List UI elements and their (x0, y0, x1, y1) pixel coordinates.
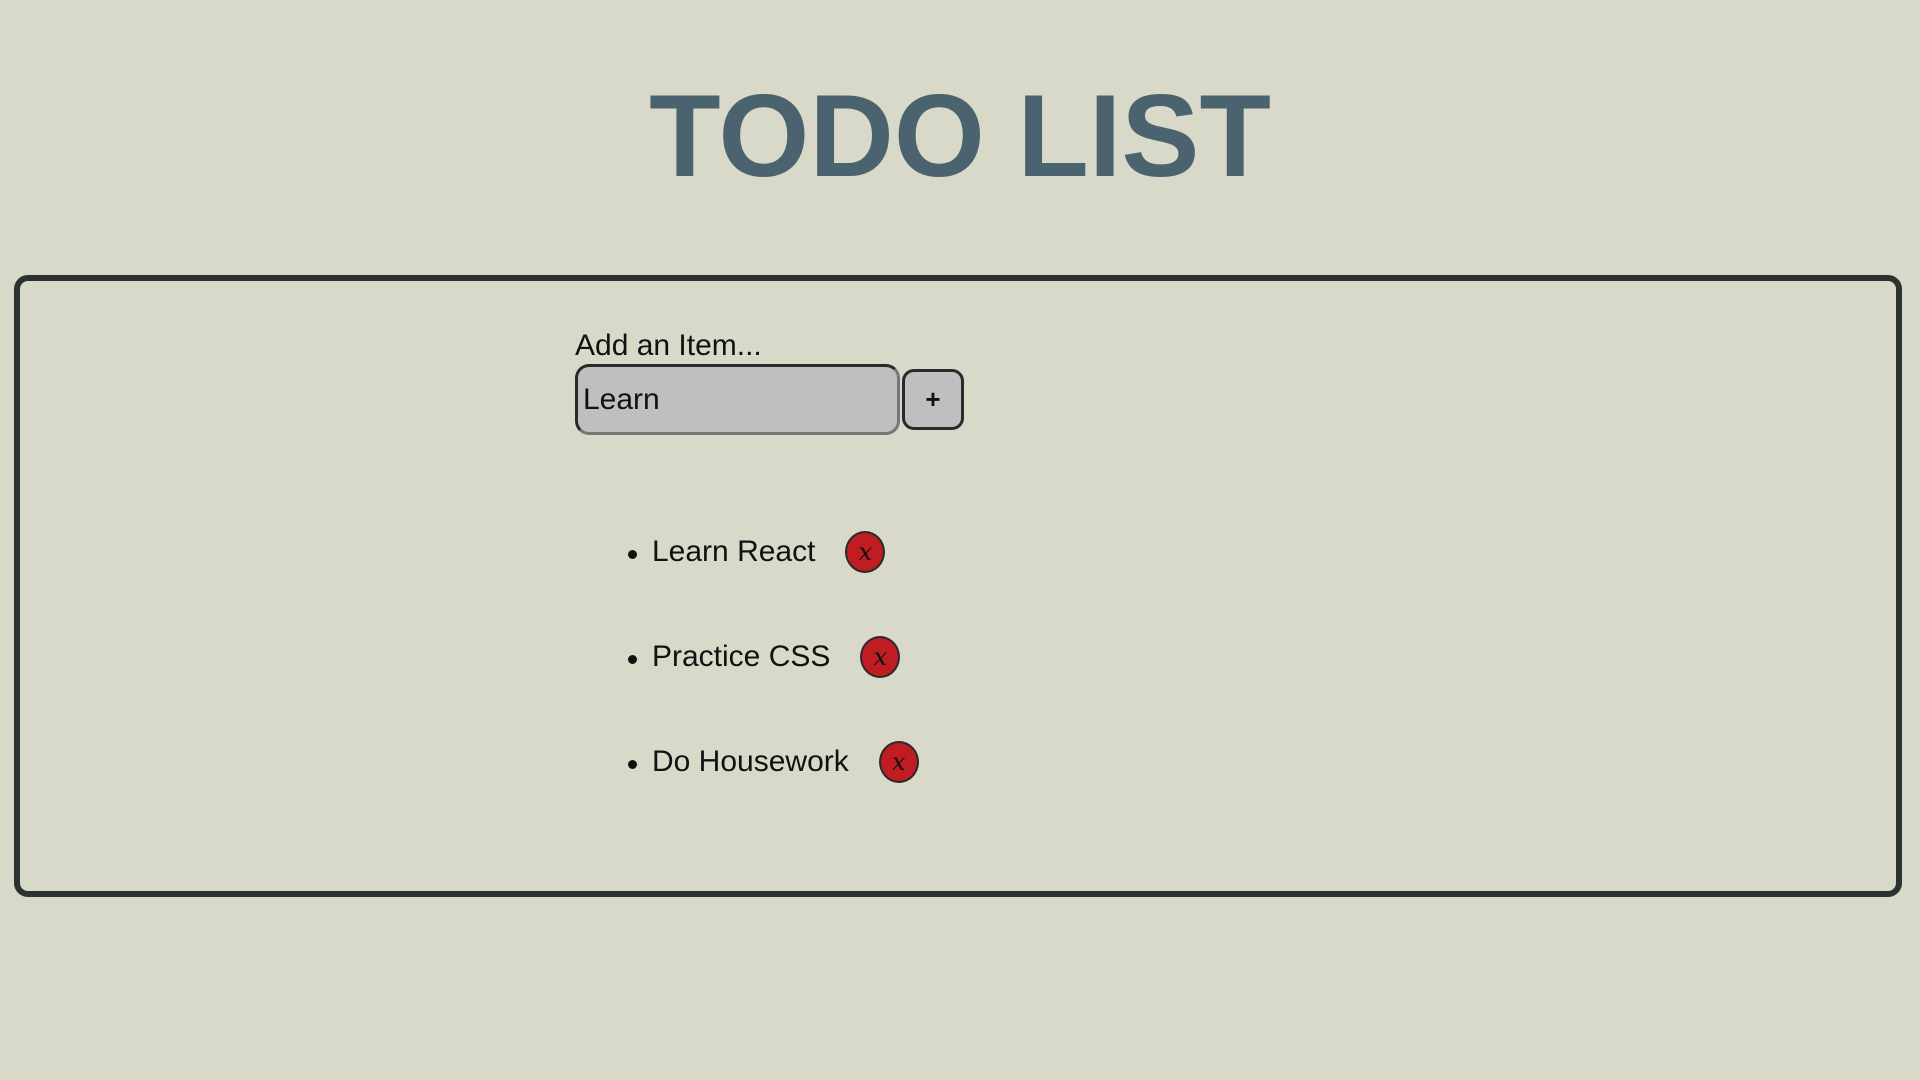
todo-item-text: Do Housework (652, 745, 849, 778)
delete-item-button[interactable]: x (845, 531, 886, 573)
delete-item-button[interactable]: x (878, 741, 919, 783)
page: TODO LIST Add an Item... + Learn React x… (0, 0, 1920, 1080)
todo-item: Do Housework x (598, 741, 919, 783)
add-item-row: + (575, 364, 964, 435)
todo-item-text: Learn React (652, 535, 816, 568)
bullet-icon (628, 550, 637, 559)
add-item-form: Add an Item... + (575, 329, 964, 435)
add-item-button[interactable]: + (902, 369, 964, 430)
todo-panel: Add an Item... + Learn React x Practice … (14, 275, 1902, 897)
bullet-icon (628, 655, 637, 664)
todo-item: Practice CSS x (598, 636, 919, 678)
todo-item-text: Practice CSS (652, 640, 831, 673)
todo-list: Learn React x Practice CSS x Do Housewor… (598, 531, 919, 846)
add-item-input[interactable] (575, 364, 900, 435)
page-title: TODO LIST (649, 70, 1271, 201)
todo-item: Learn React x (598, 531, 919, 573)
bullet-icon (628, 760, 637, 769)
delete-item-button[interactable]: x (860, 636, 901, 678)
add-item-label: Add an Item... (575, 329, 762, 362)
